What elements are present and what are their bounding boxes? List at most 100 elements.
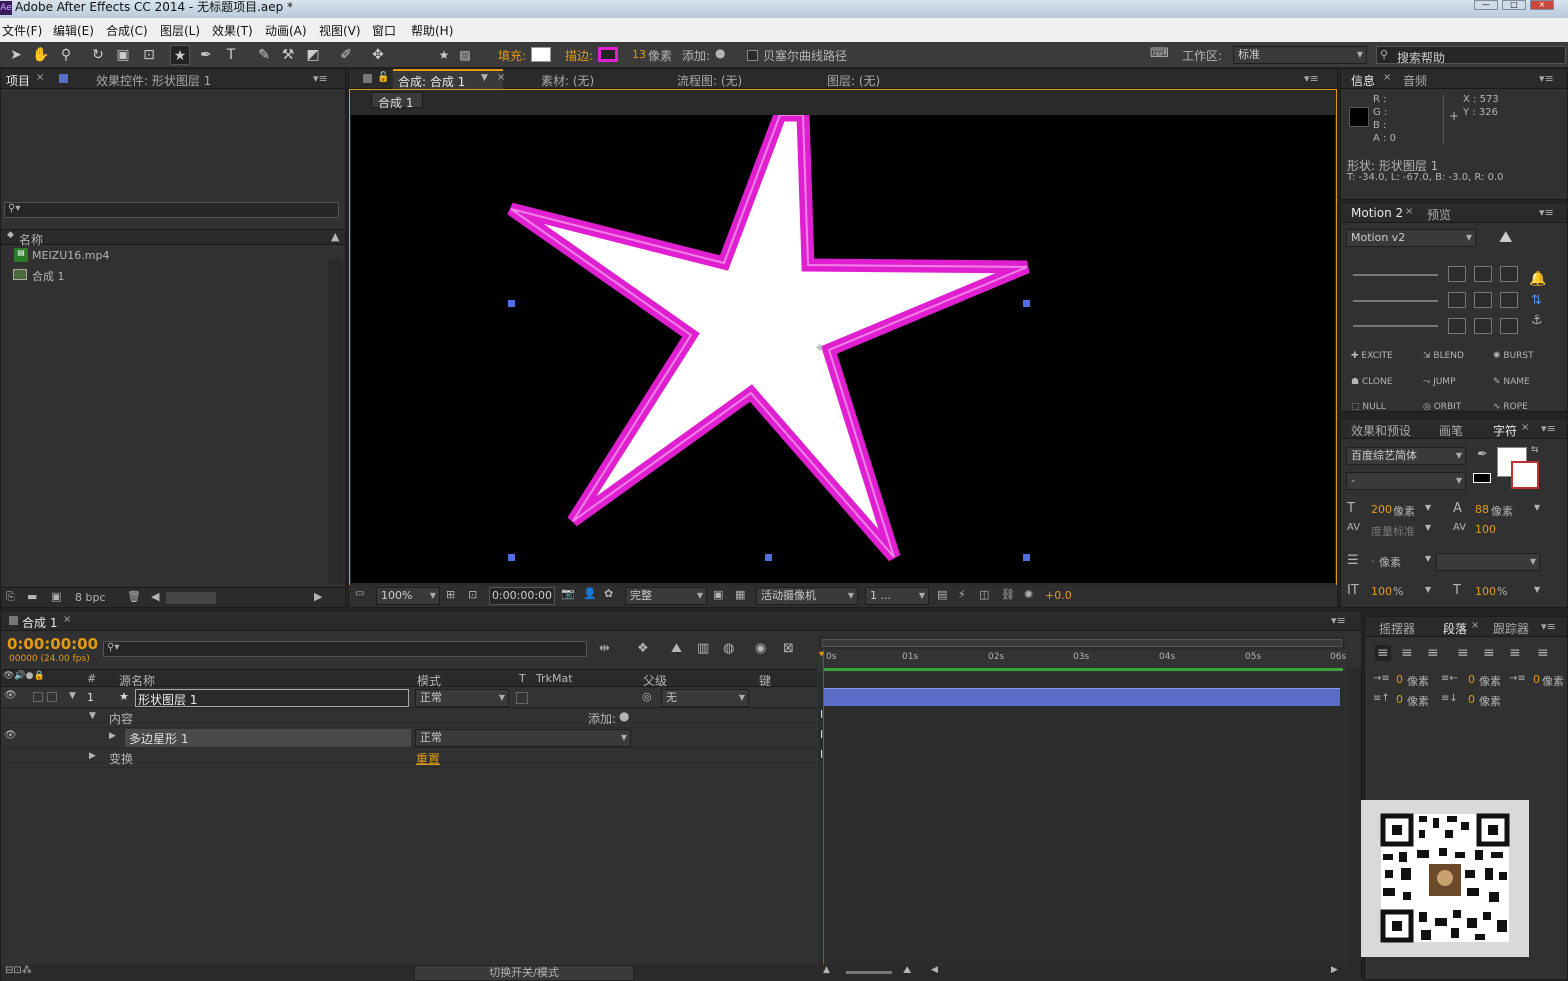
fit-icon[interactable]: ⊞ [446, 588, 455, 601]
first-line-indent-value[interactable]: 0 [1533, 673, 1540, 686]
panel-menu-icon[interactable]: ▾≡ [313, 72, 328, 85]
region-of-interest-icon[interactable]: ▣ [713, 588, 723, 601]
tab-comp-active[interactable]: 合成: 合成 1 ▼ [393, 69, 503, 89]
playhead-icon[interactable]: ▾ [819, 649, 824, 660]
comp-breadcrumb[interactable]: 合成 1 [371, 92, 423, 110]
snapshot-icon[interactable]: 📷 [561, 587, 575, 600]
help-search-input[interactable]: ⚲ 搜索帮助 [1376, 46, 1566, 65]
hand-tool-icon[interactable]: ✋ [31, 45, 51, 65]
panel-menu-icon[interactable]: ▾≡ [1331, 614, 1346, 627]
tab-flowchart[interactable]: 流程图: (无) [677, 72, 742, 89]
close-tab-icon[interactable]: × [1471, 620, 1479, 631]
indent-left-value[interactable]: 0 [1396, 673, 1403, 686]
motion-preset-select[interactable]: Motion v2 [1346, 229, 1476, 247]
star-tool-icon[interactable]: ★ [170, 45, 190, 65]
space-after-value[interactable]: 0 [1468, 693, 1475, 706]
tab-preview[interactable]: 预览 [1427, 206, 1451, 223]
align-left-button[interactable] [1448, 292, 1466, 308]
tracking-value[interactable]: 100 [1475, 523, 1496, 536]
add-label[interactable]: 添加: [682, 47, 710, 64]
link-icon[interactable]: ⇅ [1531, 293, 1542, 308]
timeline-zoom-slider[interactable] [846, 971, 892, 974]
zoom-in-icon[interactable]: ⛰ [903, 965, 911, 976]
menu-composition[interactable]: 合成(C) [106, 22, 148, 39]
stroke-color-swatch[interactable] [598, 47, 618, 62]
pick-whip-icon[interactable]: ◎ [642, 690, 652, 703]
reset-exposure-icon[interactable]: ✺ [1024, 588, 1033, 601]
project-scrollbar[interactable] [328, 259, 343, 584]
motion-rope-button[interactable]: ∿ ROPE [1493, 402, 1528, 410]
align-bottom-button[interactable] [1474, 318, 1492, 334]
column-name[interactable]: 名称 [19, 231, 43, 248]
contents-row[interactable]: ▼ 内容 添加: ● [1, 708, 817, 728]
transparency-grid-icon[interactable]: ▦ [735, 588, 745, 601]
polystar-row[interactable]: 👁 ▶ 多边星形 1 正常 [1, 728, 817, 748]
align-left-icon[interactable]: ≡ [1375, 645, 1391, 661]
vertical-scale-value[interactable]: 100 [1371, 585, 1392, 598]
timeline-graph-area[interactable]: 0s 01s 02s 03s 04s 05s 06s ▾ I I I [818, 635, 1346, 965]
timeline-current-time[interactable]: 0:00:00:00 [7, 635, 98, 653]
timeline-vertical-scrollbar[interactable] [1347, 667, 1361, 967]
justify-all-icon[interactable]: ≡ [1537, 645, 1549, 661]
tab-paint[interactable]: 画笔 [1439, 422, 1463, 439]
panel-menu-icon[interactable]: ▾≡ [1539, 72, 1554, 85]
motion-slider[interactable] [1353, 325, 1438, 327]
vscale-dropdown-icon[interactable]: ▼ [1425, 585, 1431, 594]
menu-effect[interactable]: 效果(T) [212, 22, 253, 39]
lock-icon[interactable]: 🔓 [377, 72, 389, 83]
safe-zones-icon[interactable]: ⊡ [468, 588, 477, 601]
add-menu-icon[interactable]: ● [715, 46, 725, 60]
motion-burst-button[interactable]: ✺ BURST [1493, 351, 1534, 361]
tab-footage[interactable]: 素材: (无) [541, 72, 594, 89]
motion-excite-button[interactable]: ✚ EXCITE [1351, 351, 1393, 361]
align-center-icon[interactable]: ≡ [1401, 645, 1413, 661]
expand-contents-icon[interactable]: ▼ [89, 711, 96, 721]
horizontal-scroll-thumb[interactable] [166, 592, 216, 604]
justify-left-icon[interactable]: ≡ [1457, 645, 1469, 661]
scroll-left-icon[interactable]: ◀ [931, 965, 938, 975]
zoom-out-icon[interactable]: ▲ [823, 965, 830, 975]
tool-creates-mask-icon[interactable]: ▨ [455, 45, 475, 65]
font-size-dropdown-icon[interactable]: ▼ [1425, 503, 1431, 512]
panel-menu-icon[interactable]: ▾≡ [1541, 422, 1556, 435]
menu-file[interactable]: 文件(F) [2, 22, 42, 39]
tab-tracker[interactable]: 跟踪器 [1493, 620, 1529, 637]
stroke-label[interactable]: 描边: [565, 47, 593, 64]
layer-duration-bar[interactable] [824, 688, 1340, 706]
menu-layer[interactable]: 图层(L) [160, 22, 200, 39]
pan-behind-tool-icon[interactable]: ⊡ [139, 45, 159, 65]
fill-label[interactable]: 填充: [498, 47, 526, 64]
scroll-right-icon[interactable]: ▶ [314, 590, 322, 603]
tab-effects-presets[interactable]: 效果和预设 [1351, 422, 1411, 439]
trash-icon[interactable]: 🗑 [127, 590, 141, 603]
tab-timeline-comp[interactable]: 合成 1 [22, 614, 57, 631]
tab-layer[interactable]: 图层: (无) [827, 72, 880, 89]
swap-colors-icon[interactable]: ⇆ [1531, 445, 1539, 455]
tool-creates-shape-icon[interactable]: ★ [434, 45, 454, 65]
align-top-button[interactable] [1474, 266, 1492, 282]
tab-audio[interactable]: 音频 [1403, 72, 1427, 89]
shy-layers-icon[interactable]: ⛰ [671, 641, 682, 656]
align-top-right-button[interactable] [1500, 266, 1518, 282]
tab-character[interactable]: 字符 [1493, 422, 1517, 439]
minimize-button[interactable]: — [1474, 0, 1498, 10]
brush-tool-icon[interactable]: ✎ [254, 45, 274, 65]
indent-right-value[interactable]: 0 [1468, 673, 1475, 686]
maximize-button[interactable]: □ [1502, 0, 1526, 10]
justify-right-icon[interactable]: ≡ [1509, 645, 1521, 661]
align-top-left-button[interactable] [1448, 266, 1466, 282]
menu-edit[interactable]: 编辑(E) [53, 22, 94, 39]
mountains-icon[interactable]: ⛰ [1499, 227, 1512, 247]
layer-switches-icon[interactable]: ⊟⊡⁂ [5, 965, 32, 976]
menu-animation[interactable]: 动画(A) [265, 22, 307, 39]
align-right-icon[interactable]: ≡ [1427, 645, 1439, 661]
workspace-icon[interactable]: ⌨ [1150, 46, 1169, 61]
close-window-button[interactable]: × [1530, 0, 1554, 10]
chart-icon[interactable]: ⊠ [783, 641, 794, 656]
comp-mini-flowchart-icon[interactable]: ⇹ [599, 641, 610, 656]
workspace-select[interactable]: 标准 [1233, 46, 1367, 64]
project-search-input[interactable]: ⚲▾ [4, 202, 339, 218]
tab-project[interactable]: 项目 [6, 72, 30, 89]
expand-layer-icon[interactable]: ▼ [69, 691, 76, 701]
leading-dropdown-icon[interactable]: ▼ [1534, 503, 1540, 512]
